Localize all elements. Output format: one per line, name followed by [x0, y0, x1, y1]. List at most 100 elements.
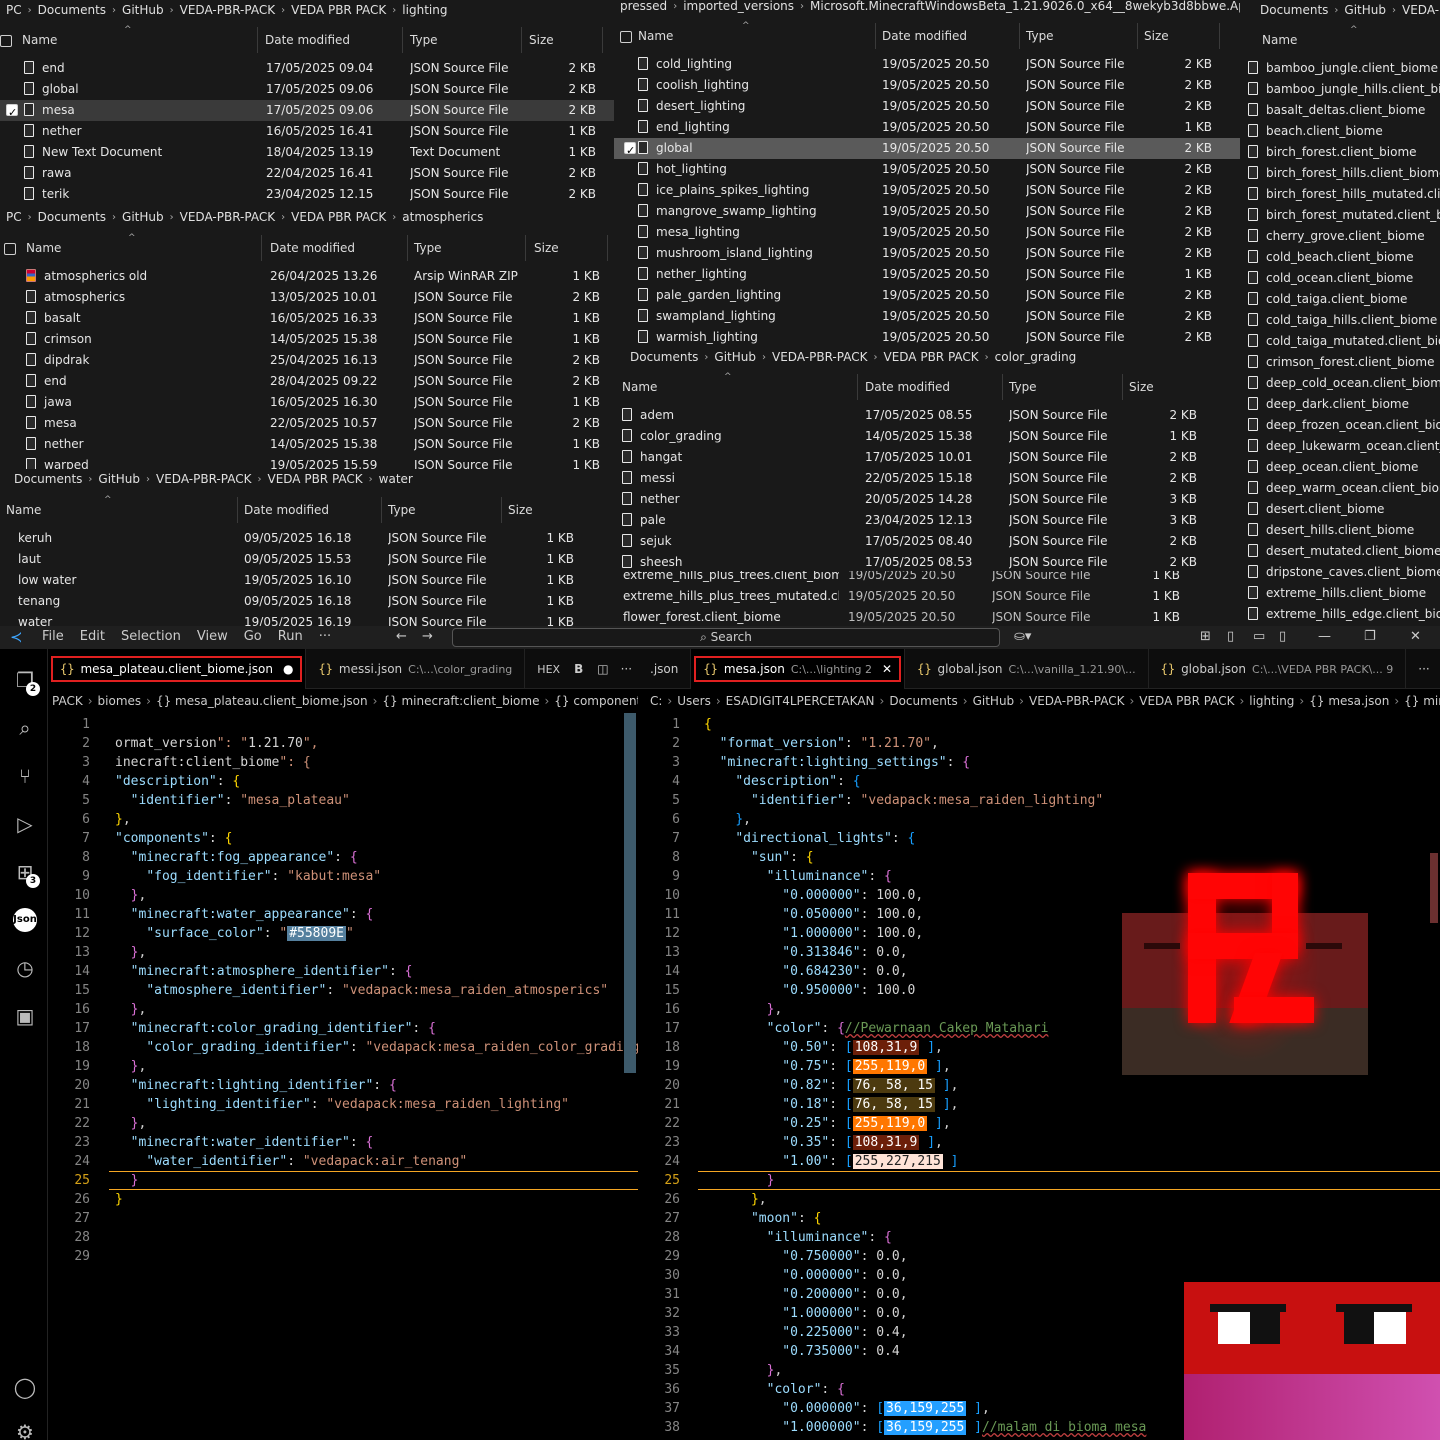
code-line[interactable]: "color": {	[704, 1380, 845, 1399]
file-row[interactable]: mangrove_swamp_lighting 19/05/2025 20.50 J…	[614, 201, 1240, 222]
file-row[interactable]: water 19/05/2025 16.19 JSON Source File 1 K…	[0, 612, 600, 627]
file-name[interactable]: dipdrak	[26, 350, 256, 371]
breadcrumb[interactable]: Documents › GitHub › VEDA-PBR-PACK › VEDA PBR …	[616, 347, 1206, 367]
tab-messi[interactable]: {} messi.json C:\...\color_grading	[306, 649, 526, 689]
file-row[interactable]: deep_ocean.client_biome	[1240, 457, 1440, 478]
file-row[interactable]: tenang 09/05/2025 16.18 JSON Source File 1 …	[0, 591, 600, 612]
select-all-checkbox[interactable]	[4, 243, 16, 255]
breadcrumb[interactable]: pressed › imported_versions › Microsoft.Mine…	[614, 0, 1240, 13]
code-line[interactable]: "color": {//Pewarnaan Cakep Matahari	[704, 1019, 1049, 1038]
file-row[interactable]: bamboo_jungle.client_biome	[1240, 58, 1440, 79]
file-name[interactable]: jawa	[26, 392, 256, 413]
file-name[interactable]: warmish_lighting	[638, 327, 868, 348]
breadcrumb-segment[interactable]: {} mine	[1404, 694, 1440, 708]
tab-mesa-lighting[interactable]: {} mesa.json C:\...\lighting 2 ✕	[691, 649, 906, 689]
tab-hex[interactable]: HEX B ◫ ···	[525, 649, 644, 689]
code-line[interactable]: "water_identifier": "vedapack:air_tenang…	[115, 1152, 467, 1171]
file-row[interactable]: end_lighting 19/05/2025 20.50 JSON Source …	[614, 117, 1240, 138]
file-row[interactable]: desert_mutated.client_biome	[1240, 541, 1440, 562]
file-name[interactable]: crimson	[26, 329, 256, 350]
file-row[interactable]: hangat 17/05/2025 10.01 JSON Source File 2 …	[616, 447, 1206, 468]
file-row[interactable]: desert_lighting 19/05/2025 20.50 JSON Sour…	[614, 96, 1240, 117]
breadcrumb-segment[interactable]: GitHub	[1338, 3, 1392, 17]
file-name[interactable]: hot_lighting	[638, 159, 868, 180]
file-row[interactable]: cold_taiga_mutated.client_biome	[1240, 331, 1440, 352]
minimize-icon[interactable]: —	[1318, 629, 1331, 644]
file-name[interactable]: extreme_hills_edge.client_biome	[1248, 604, 1440, 625]
file-name[interactable]: cold_taiga_mutated.client_biome	[1248, 331, 1440, 352]
file-row[interactable]: hot_lighting 19/05/2025 20.50 JSON Source …	[614, 159, 1240, 180]
file-row[interactable]: bamboo_jungle_hills.client_biome	[1240, 79, 1440, 100]
minecraft-icon[interactable]: ▣	[12, 1003, 38, 1029]
file-row[interactable]: deep_cold_ocean.client_biome	[1240, 373, 1440, 394]
code-line[interactable]: "0.18": [76, 58, 15 ],	[704, 1095, 959, 1114]
file-name[interactable]: bamboo_jungle_hills.client_biome	[1248, 79, 1440, 100]
code-line[interactable]: },	[704, 1190, 767, 1209]
command-center-search[interactable]: ⌕ Search	[452, 628, 1000, 647]
right-breadcrumb[interactable]: C: › Users › ESADIGIT4LPERCETAKAN › Documents ›…	[650, 689, 1440, 713]
file-name[interactable]: sheesh	[622, 552, 852, 573]
select-all-checkbox[interactable]	[0, 35, 12, 47]
breadcrumb-segment[interactable]: VEDA-PBR-PACK	[174, 3, 281, 17]
file-row[interactable]: nether 16/05/2025 16.41 JSON Source File 1 …	[0, 121, 618, 142]
code-line[interactable]: ormat_version": "1.21.70",	[115, 734, 319, 753]
file-name[interactable]: deep_frozen_ocean.client_biome	[1248, 415, 1440, 436]
code-line[interactable]: "0.200000": 0.0,	[704, 1285, 907, 1304]
file-row[interactable]: sheesh 17/05/2025 08.53 JSON Source File 2 …	[616, 552, 1206, 573]
file-row[interactable]: mesa 22/05/2025 10.57 JSON Source File 2 KB	[0, 413, 620, 434]
file-row[interactable]: dripstone_caves.client_biome	[1240, 562, 1440, 583]
unsaved-dot-icon[interactable]: ●	[283, 662, 293, 676]
breadcrumb-segment[interactable]: VEDA-	[1396, 3, 1440, 17]
code-line[interactable]: "0.684230": 0.0,	[704, 962, 907, 981]
file-name[interactable]: mesa	[24, 100, 254, 121]
toggle-sidebar-icon[interactable]: ▯	[1227, 629, 1234, 644]
breadcrumb-segment[interactable]: GitHub	[708, 350, 762, 364]
file-name[interactable]: extreme_hills_plus_trees_mutated.clie...	[623, 586, 839, 607]
code-line[interactable]: "identifier": "vedapack:mesa_raiden_ligh…	[704, 791, 1103, 810]
code-line[interactable]: "minecraft:lighting_settings": {	[704, 753, 970, 772]
column-size[interactable]: Size	[1123, 374, 1203, 400]
breadcrumb[interactable]: Documents › GitHub › VEDA-PBR-PACK › VEDA PBR …	[0, 469, 600, 489]
column-name[interactable]: Name	[20, 235, 262, 261]
file-row[interactable]: birch_forest_hills.client_biome	[1240, 163, 1440, 184]
file-row[interactable]: end 17/05/2025 09.04 JSON Source File 2 KB	[0, 58, 618, 79]
menu-item-view[interactable]: View	[189, 629, 236, 644]
file-name[interactable]: cherry_grove.client_biome	[1248, 226, 1440, 247]
close-tab-icon[interactable]: ✕	[882, 662, 892, 676]
column-type[interactable]: Type	[382, 497, 502, 523]
file-name[interactable]: deep_cold_ocean.client_biome	[1248, 373, 1440, 394]
file-row[interactable]: desert_hills.client_biome	[1240, 520, 1440, 541]
timeline-icon[interactable]: ◷	[12, 955, 38, 981]
breadcrumb-segment[interactable]: lighting	[396, 3, 453, 17]
breadcrumb-segment[interactable]: VEDA-PBR-PACK	[150, 472, 257, 486]
file-name[interactable]: end	[24, 58, 254, 79]
breadcrumb-segment[interactable]: {} components	[554, 694, 638, 708]
file-row[interactable]: cherry_grove.client_biome	[1240, 226, 1440, 247]
file-row[interactable]: New Text Document 18/04/2025 13.19 Text Do…	[0, 142, 618, 163]
breadcrumb-segment[interactable]: Documents	[8, 472, 88, 486]
file-name[interactable]: mesa	[26, 413, 256, 434]
file-row[interactable]: mesa 17/05/2025 09.06 JSON Source File 2 KB	[0, 100, 618, 123]
file-name[interactable]: messi	[622, 468, 852, 489]
file-name[interactable]: beach.client_biome	[1248, 121, 1440, 142]
file-row[interactable]: desert.client_biome	[1240, 499, 1440, 520]
code-line[interactable]: "minecraft:color_grading_identifier": {	[115, 1019, 436, 1038]
code-line[interactable]: "0.000000": 100.0,	[704, 886, 923, 905]
file-row[interactable]: crimson 14/05/2025 15.38 JSON Source File 1…	[0, 329, 620, 350]
file-row[interactable]: mushroom_island_lighting 19/05/2025 20.50…	[614, 243, 1240, 264]
file-row[interactable]: keruh 09/05/2025 16.18 JSON Source File 1 K…	[0, 528, 600, 549]
file-row[interactable]: basalt_deltas.client_biome	[1240, 100, 1440, 121]
file-name[interactable]: atmospherics old	[26, 266, 256, 287]
code-line[interactable]: "description": {	[115, 772, 240, 791]
code-line[interactable]: {	[704, 715, 712, 734]
menu-item-run[interactable]: Run	[270, 629, 311, 644]
vertical-scrollbar[interactable]	[624, 713, 636, 1073]
code-line[interactable]: "identifier": "mesa_plateau"	[115, 791, 350, 810]
code-line[interactable]: }	[704, 1171, 775, 1190]
file-row[interactable]: nether 20/05/2025 14.28 JSON Source File 3 …	[616, 489, 1206, 510]
code-line[interactable]: },	[704, 810, 751, 829]
column-type[interactable]: Type	[404, 27, 522, 53]
code-line[interactable]: },	[704, 1361, 783, 1380]
file-name[interactable]: dripstone_caves.client_biome	[1248, 562, 1440, 583]
breadcrumb-segment[interactable]: PC	[0, 3, 28, 17]
